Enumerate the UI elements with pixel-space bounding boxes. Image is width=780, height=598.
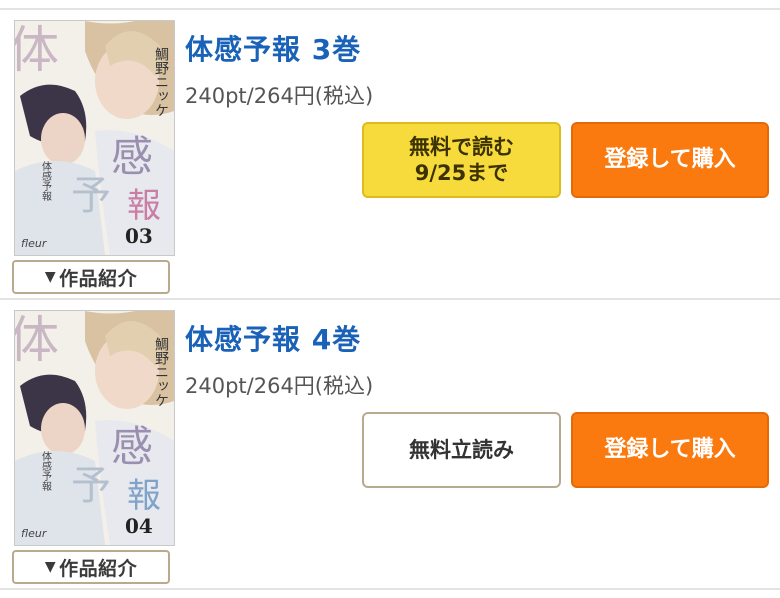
divider — [0, 588, 780, 590]
triangle-down-icon: ▼ — [44, 269, 57, 285]
list-item: 体 感 予 報 鯛野ニッケ 体感予報 03 fleur ▼ 作品紹介 体感予報 … — [0, 10, 780, 298]
cover-title-art: 体 — [15, 21, 59, 79]
intro-toggle-label: 作品紹介 — [59, 557, 138, 580]
cover-vertical-title: 体感予報 — [40, 451, 52, 492]
book-price: 240pt/264円(税込) — [185, 84, 374, 108]
cover-author: 鯛野ニッケ — [153, 337, 169, 407]
cover-title-art: 報 — [127, 186, 161, 226]
intro-toggle-label: 作品紹介 — [59, 267, 138, 290]
cover-volume: 04 — [125, 514, 153, 538]
register-buy-button[interactable]: 登録して購入 — [571, 122, 769, 198]
intro-toggle-button[interactable]: ▼ 作品紹介 — [12, 550, 170, 584]
free-read-button[interactable]: 無料で読む 9/25まで — [362, 122, 561, 198]
cover-title-art: 予 — [71, 463, 111, 509]
free-read-label: 無料で読む 9/25まで — [409, 135, 514, 185]
cover-title-art: 報 — [127, 476, 161, 516]
cover-author: 鯛野ニッケ — [153, 47, 169, 117]
product-list: 体 感 予 報 鯛野ニッケ 体感予報 03 fleur ▼ 作品紹介 体感予報 … — [0, 0, 780, 598]
intro-toggle-button[interactable]: ▼ 作品紹介 — [12, 260, 170, 294]
register-buy-button[interactable]: 登録して購入 — [571, 412, 769, 488]
free-preview-button[interactable]: 無料立読み — [362, 412, 561, 488]
cover-publisher: fleur — [21, 237, 48, 250]
cover-title-art: 感 — [111, 132, 153, 181]
register-buy-label: 登録して購入 — [604, 437, 736, 462]
book-title-link[interactable]: 体感予報 3巻 — [185, 28, 361, 68]
list-item: 体 感 予 報 鯛野ニッケ 体感予報 04 fleur ▼ 作品紹介 体感予報 … — [0, 300, 780, 588]
book-title-link[interactable]: 体感予報 4巻 — [185, 318, 361, 358]
book-cover[interactable]: 体 感 予 報 鯛野ニッケ 体感予報 03 fleur — [14, 20, 175, 256]
cover-title-art: 予 — [71, 173, 111, 219]
book-cover[interactable]: 体 感 予 報 鯛野ニッケ 体感予報 04 fleur — [14, 310, 175, 546]
triangle-down-icon: ▼ — [44, 559, 57, 575]
cover-vertical-title: 体感予報 — [40, 161, 52, 202]
cover-title-art: 体 — [15, 311, 59, 369]
cover-title-art: 感 — [111, 422, 153, 471]
book-price: 240pt/264円(税込) — [185, 374, 374, 398]
register-buy-label: 登録して購入 — [604, 147, 736, 172]
free-preview-label: 無料立読み — [409, 438, 514, 462]
cover-publisher: fleur — [21, 527, 48, 540]
cover-volume: 03 — [125, 224, 153, 248]
